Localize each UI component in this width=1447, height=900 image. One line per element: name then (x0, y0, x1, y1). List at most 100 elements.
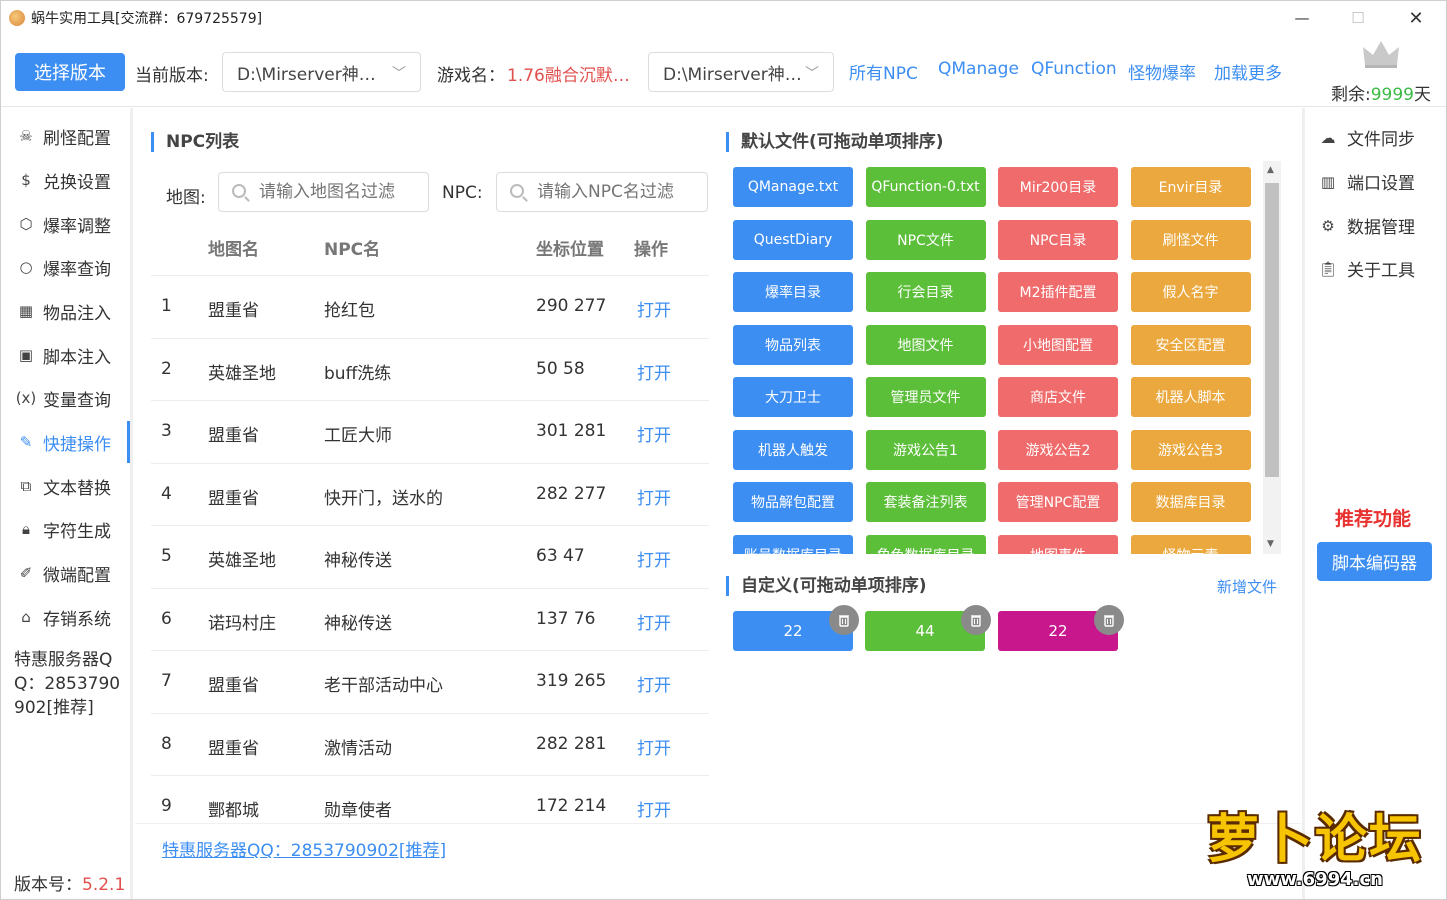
open-link[interactable]: 打开 (637, 296, 671, 321)
sidebar-item-micro-client[interactable]: ✐ 微端配置 (1, 552, 130, 594)
row-npc: 激情活动 (324, 739, 392, 759)
version-select[interactable]: D:\Mirserver神… ﹀ (222, 52, 421, 92)
file-shortcut-button[interactable]: NPC目录 (998, 219, 1118, 260)
sidebar-item-sales-system[interactable]: ⌂ 存销系统 (1, 596, 130, 638)
file-shortcut-button[interactable]: 物品解包配置 (733, 482, 853, 522)
open-link[interactable]: 打开 (637, 734, 671, 759)
file-shortcut-button[interactable]: 游戏公告1 (865, 429, 986, 470)
file-shortcut-button[interactable]: 游戏公告3 (1130, 429, 1251, 470)
sidebar-item-text-replace[interactable]: ⧉ 文本替换 (1, 465, 130, 507)
file-shortcut-button[interactable]: 物品列表 (733, 324, 853, 365)
trash-icon[interactable] (961, 605, 991, 635)
file-shortcut-button[interactable]: 刷怪文件 (1130, 219, 1251, 260)
game-name-value: 1.76融合沉默… (507, 66, 630, 86)
file-shortcut-button[interactable]: QuestDiary (733, 219, 853, 260)
map-filter-label: 地图: (166, 188, 206, 208)
script-encoder-button[interactable]: 脚本编码器 (1317, 542, 1432, 581)
sidebar-item-monster-config[interactable]: ☠ 刷怪配置 (1, 115, 130, 157)
file-shortcut-button[interactable]: NPC文件 (865, 219, 986, 260)
sidebar-item-label: 兑换设置 (43, 172, 111, 193)
open-link[interactable]: 打开 (637, 421, 671, 446)
file-shortcut-button[interactable]: 机器人脚本 (1130, 377, 1251, 417)
sidebar-item-data-management[interactable]: ⚙ 数据管理 (1317, 213, 1415, 239)
file-shortcut-button[interactable]: 游戏公告2 (998, 429, 1118, 470)
path-select-value: D:\Mirserver神… (663, 64, 802, 85)
sidebar-item-drop-adjust[interactable]: ⬡ 爆率调整 (1, 203, 130, 245)
title-bar: 蜗牛实用工具[交流群：679725579] (1, 1, 1446, 35)
file-shortcut-button[interactable]: 假人名字 (1130, 272, 1251, 312)
file-shortcut-button[interactable]: 管理NPC配置 (998, 482, 1118, 522)
row-position: 301 281 (536, 421, 607, 441)
file-shortcut-button[interactable]: 商店文件 (998, 377, 1118, 417)
sidebar-item-port-settings[interactable]: ▥ 端口设置 (1317, 169, 1415, 195)
port-icon: ▥ (1320, 172, 1336, 191)
file-shortcut-button[interactable]: 角色数据库目录 (865, 534, 986, 554)
sidebar-item-about[interactable]: 📋︎ 关于工具 (1317, 256, 1415, 282)
sidebar-item-item-inject[interactable]: ▦ 物品注入 (1, 290, 130, 332)
link-all-npc[interactable]: 所有NPC (849, 59, 918, 84)
open-link[interactable]: 打开 (637, 671, 671, 696)
select-version-button[interactable]: 选择版本 (15, 53, 125, 91)
sidebar-item-variable-query[interactable]: (x) 变量查询 (1, 377, 130, 419)
sidebar-item-quick-actions[interactable]: ✎ 快捷操作 (1, 421, 130, 463)
link-qmanage[interactable]: QManage (938, 59, 1019, 79)
scroll-down-arrow-icon[interactable]: ▼ (1267, 539, 1274, 549)
file-shortcut-button[interactable]: 账号数据库目录 (733, 534, 853, 554)
trash-icon[interactable] (829, 605, 859, 635)
version-select-value: D:\Mirserver神… (237, 64, 376, 85)
remaining-unit: 天 (1414, 85, 1431, 105)
file-shortcut-button[interactable]: QManage.txt (733, 167, 853, 207)
table-row: 9 酆都城 勋章使者 172 214 打开 (151, 775, 709, 823)
file-shortcut-button[interactable]: 套装备注列表 (865, 482, 986, 522)
promo-server-link[interactable]: 特惠服务器QQ：2853790902[推荐] (162, 836, 446, 861)
sidebar-item-file-sync[interactable]: ☁ 文件同步 (1317, 125, 1416, 151)
sidebar-item-drop-query[interactable]: ○ 爆率查询 (1, 246, 130, 288)
npc-filter-input[interactable] (496, 172, 708, 212)
maximize-button[interactable]: ☐ (1329, 1, 1387, 35)
sidebar-item-label: 微端配置 (43, 565, 111, 586)
file-shortcut-button[interactable]: M2插件配置 (998, 272, 1118, 312)
trash-icon[interactable] (1094, 605, 1124, 635)
row-index: 6 (161, 609, 172, 629)
scroll-up-arrow-icon[interactable]: ▲ (1267, 165, 1274, 175)
link-monster-drop[interactable]: 怪物爆率 (1128, 59, 1196, 84)
row-npc: 神秘传送 (324, 614, 392, 634)
monster-icon: ☠ (19, 127, 33, 145)
file-shortcut-button[interactable]: 怪物元素 (1130, 534, 1251, 554)
file-shortcut-button[interactable]: 行会目录 (865, 272, 986, 312)
file-shortcut-button[interactable]: 地图文件 (865, 324, 986, 365)
file-shortcut-button[interactable]: 爆率目录 (733, 272, 853, 312)
open-link[interactable]: 打开 (637, 359, 671, 384)
chevron-down-icon: ﹀ (392, 66, 406, 82)
sidebar-item-char-gen[interactable]: 🔒︎ 字符生成 (1, 508, 130, 550)
path-select[interactable]: D:\Mirserver神… ﹀ (648, 52, 834, 92)
sidebar-item-exchange[interactable]: $ 兑换设置 (1, 159, 130, 201)
open-link[interactable]: 打开 (637, 484, 671, 509)
file-shortcut-button[interactable]: Mir200目录 (998, 167, 1118, 207)
scroll-thumb[interactable] (1265, 183, 1279, 477)
minimize-button[interactable]: — (1273, 1, 1331, 35)
open-link[interactable]: 打开 (637, 796, 671, 821)
map-filter-input[interactable] (218, 172, 429, 212)
row-position: 63 47 (536, 546, 585, 566)
file-shortcut-button[interactable]: Envir目录 (1130, 167, 1251, 207)
row-index: 9 (161, 796, 172, 816)
file-shortcut-button[interactable]: QFunction-0.txt (865, 167, 986, 207)
close-button[interactable]: ✕ (1387, 1, 1445, 35)
file-shortcut-button[interactable]: 数据库目录 (1130, 482, 1251, 522)
file-shortcut-button[interactable]: 大刀卫士 (733, 377, 853, 417)
add-file-link[interactable]: 新增文件 (1217, 576, 1277, 597)
file-scrollbar[interactable]: ▲ ▼ (1263, 161, 1281, 554)
replace-icon: ⧉ (20, 477, 32, 495)
open-link[interactable]: 打开 (637, 609, 671, 634)
open-link[interactable]: 打开 (637, 546, 671, 571)
link-load-more[interactable]: 加载更多 (1214, 59, 1282, 84)
sidebar-item-script-inject[interactable]: ▣ 脚本注入 (1, 334, 130, 376)
file-shortcut-button[interactable]: 安全区配置 (1130, 324, 1251, 365)
file-shortcut-button[interactable]: 机器人触发 (733, 429, 853, 470)
file-shortcut-button[interactable]: 管理员文件 (865, 377, 986, 417)
file-shortcut-button[interactable]: 地图事件 (998, 534, 1118, 554)
link-qfunction[interactable]: QFunction (1031, 59, 1117, 79)
file-shortcut-button[interactable]: 小地图配置 (998, 324, 1118, 365)
header-npc-name: NPC名 (324, 240, 381, 260)
